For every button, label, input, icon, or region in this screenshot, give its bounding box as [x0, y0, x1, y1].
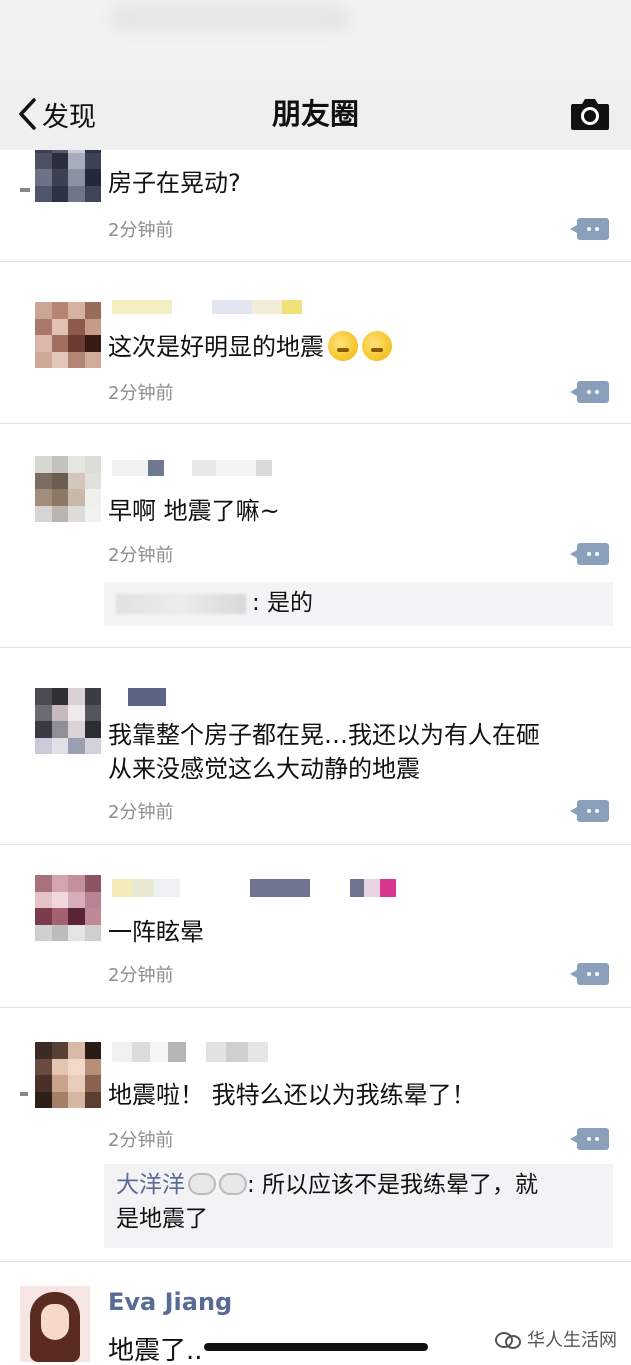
avatar[interactable]	[35, 688, 101, 754]
emoji-icon	[328, 331, 358, 361]
avatar[interactable]	[35, 456, 101, 522]
post-content: 地震了..	[108, 1336, 203, 1365]
page-title: 朋友圈	[271, 97, 359, 131]
moment-post: 早啊 地震了嘛~ 2分钟前 : 是的	[0, 424, 631, 648]
name-blurred	[112, 460, 272, 476]
more-icon[interactable]	[570, 218, 609, 240]
moment-post: 这次是好明显的地震 2分钟前	[0, 262, 631, 424]
post-content: 一阵眩晕	[108, 918, 204, 946]
moment-post: 我靠整个房子都在晃…我还以为有人在砸 从来没感觉这么大动静的地震 2分钟前	[0, 648, 631, 845]
post-time: 2分钟前	[108, 965, 174, 986]
comment-box: : 是的	[104, 582, 613, 626]
watermark: 华人生活网	[495, 1326, 617, 1352]
avatar[interactable]	[35, 1042, 101, 1108]
post-time: 2分钟前	[108, 1130, 174, 1151]
commenter-name[interactable]: 大洋洋	[116, 1172, 185, 1198]
comment-text: : 所以应该不是我练晕了，就	[247, 1172, 539, 1198]
moment-post: 一阵眩晕 2分钟前	[0, 845, 631, 1008]
name-blurred	[112, 688, 166, 706]
post-content: 房子在晃动?	[108, 169, 241, 197]
post-content: 早啊 地震了嘛~	[108, 497, 280, 525]
moment-post: 房子在晃动? 2分钟前	[0, 150, 631, 262]
home-indicator[interactable]	[204, 1343, 428, 1351]
post-content: 这次是好明显的地震	[108, 330, 601, 364]
moments-feed: 房子在晃动? 2分钟前 这次是好明显的地震 2分钟前 早啊 地震了嘛~ 2分钟前	[0, 150, 631, 1365]
more-icon[interactable]	[570, 543, 609, 565]
emoji-icon	[362, 331, 392, 361]
comment-text: 是地震了	[116, 1206, 208, 1232]
post-time: 2分钟前	[108, 220, 174, 241]
post-time: 2分钟前	[108, 383, 174, 404]
post-content: 我靠整个房子都在晃…我还以为有人在砸 从来没感觉这么大动静的地震	[108, 721, 540, 783]
post-time: 2分钟前	[108, 545, 174, 566]
navigation-bar: 发现 朋友圈	[0, 80, 631, 150]
name-blurred	[112, 879, 396, 897]
sheep-icon	[219, 1173, 247, 1195]
name-blurred	[112, 1042, 268, 1062]
avatar[interactable]	[35, 302, 101, 368]
more-icon[interactable]	[570, 800, 609, 822]
sheep-icon	[188, 1173, 216, 1195]
more-icon[interactable]	[570, 963, 609, 985]
commenter-blurred[interactable]	[116, 593, 246, 614]
camera-icon[interactable]	[569, 96, 611, 132]
comment-box: 大洋洋 : 所以应该不是我练晕了，就 是地震了	[104, 1164, 613, 1248]
avatar[interactable]	[35, 150, 101, 202]
comment-text: : 是的	[252, 590, 314, 616]
wechat-icon	[495, 1329, 521, 1349]
status-bar	[0, 0, 631, 80]
more-icon[interactable]	[570, 381, 609, 403]
post-time: 2分钟前	[108, 802, 174, 823]
post-content: 地震啦！ 我特么还以为我练晕了！	[108, 1081, 476, 1109]
avatar[interactable]	[20, 1286, 90, 1362]
avatar[interactable]	[35, 875, 101, 941]
more-icon[interactable]	[570, 1128, 609, 1150]
name-blurred	[112, 300, 302, 314]
moment-post: 地震啦！ 我特么还以为我练晕了！ 2分钟前 大洋洋 : 所以应该不是我练晕了，就 …	[0, 1008, 631, 1262]
poster-name[interactable]: Eva Jiang	[108, 1288, 232, 1316]
